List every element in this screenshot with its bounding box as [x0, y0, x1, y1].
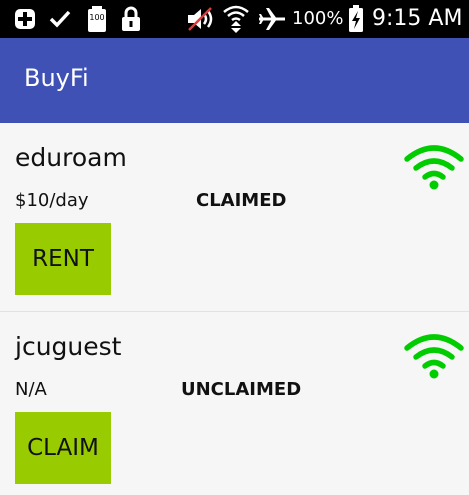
network-status: UNCLAIMED	[181, 379, 302, 400]
network-card-eduroam: eduroam $10/day CLAIMED RENT	[0, 123, 469, 311]
network-ssid: jcuguest	[15, 332, 122, 361]
storage-icon: 100	[84, 0, 110, 38]
wifi-strength-icon	[403, 143, 465, 191]
wifi-strength-icon	[403, 332, 465, 380]
claim-button[interactable]: CLAIM	[15, 412, 111, 484]
add-notification-icon	[10, 0, 40, 38]
network-status: CLAIMED	[196, 190, 287, 211]
network-card-jcuguest: jcuguest N/A UNCLAIMED CLAIM	[0, 312, 469, 495]
app-bar: BuyFi	[0, 38, 469, 123]
battery-charging-icon	[346, 0, 366, 38]
battery-percent: 100%	[292, 8, 344, 29]
status-bar: 100 100% 9:15 AM	[0, 0, 469, 38]
check-icon	[46, 0, 74, 38]
airplane-icon	[256, 0, 288, 38]
muted-speaker-icon	[184, 0, 216, 38]
network-list: eduroam $10/day CLAIMED RENT jcuguest N/…	[0, 123, 469, 495]
lock-icon	[118, 0, 144, 38]
network-price: $10/day	[15, 190, 89, 211]
app-title: BuyFi	[24, 64, 89, 92]
rent-button[interactable]: RENT	[15, 223, 111, 295]
clock: 9:15 AM	[372, 6, 463, 31]
wifi-signal-icon	[220, 0, 252, 38]
network-ssid: eduroam	[15, 143, 127, 172]
storage-label: 100	[89, 13, 105, 22]
network-price: N/A	[15, 379, 47, 400]
